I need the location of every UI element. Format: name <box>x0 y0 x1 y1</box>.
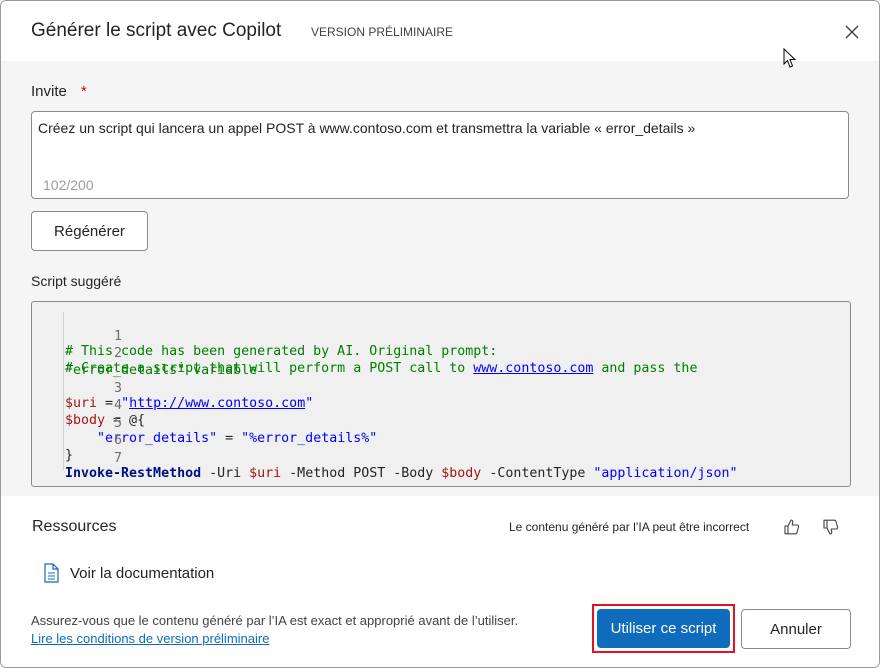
line-number: 7 <box>114 451 123 466</box>
code-parameter: -ContentType <box>481 466 594 481</box>
prompt-label: Invite * <box>31 83 87 100</box>
preview-terms-link[interactable]: Lire les conditions de version prélimina… <box>31 631 269 646</box>
code-operator: = <box>217 431 242 446</box>
line-number: 1 <box>114 329 123 344</box>
prompt-input-value: Créez un script qui lancera un appel POS… <box>38 120 696 136</box>
footer-disclaimer: Assurez-vous que le contenu généré par l… <box>31 613 519 628</box>
code-link[interactable]: www.contoso.com <box>473 361 593 376</box>
dialog-body: Invite * Créez un script qui lancera un a… <box>1 61 879 496</box>
line-number: 6 <box>114 433 123 448</box>
code-comment: # This code has been generated by AI. Or… <box>65 344 498 359</box>
dialog-title: Générer le script avec Copilot <box>31 20 282 41</box>
code-string: " <box>305 396 314 411</box>
dialog-footer: Ressources Le contenu généré par l’IA pe… <box>1 496 879 667</box>
preview-badge: VERSION PRÉLIMINAIRE <box>311 25 454 39</box>
char-count: 102/200 <box>43 177 94 193</box>
code-command: Invoke-RestMethod <box>65 466 202 481</box>
document-icon <box>42 563 60 583</box>
code-variable: $uri <box>249 466 282 481</box>
thumbs-up-button[interactable] <box>782 517 802 537</box>
thumbs-down-button[interactable] <box>821 517 841 537</box>
script-editor[interactable]: 1 # This code has been generated by AI. … <box>31 301 851 487</box>
code-parameter: -Method POST -Body <box>281 466 442 481</box>
dialog-header: Générer le script avec Copilot VERSION P… <box>1 1 879 61</box>
code-string: " <box>121 396 130 411</box>
code-string: "%error_details%" <box>241 431 378 446</box>
prompt-input[interactable]: Créez un script qui lancera un appel POS… <box>31 111 849 199</box>
code-parameter: -Uri <box>201 466 250 481</box>
copilot-dialog: Générer le script avec Copilot VERSION P… <box>0 0 880 668</box>
mouse-cursor-icon <box>783 48 797 68</box>
code-link[interactable]: http://www.contoso.com <box>129 396 305 411</box>
line-number: 2 <box>114 346 123 361</box>
code-line-7: 7 Invoke-RestMethod -Uri $uri -Method PO… <box>32 436 738 496</box>
line-number: 4 <box>114 398 123 413</box>
thumbs-down-icon <box>823 519 839 535</box>
required-mark: * <box>80 83 87 100</box>
ai-disclaimer-note: Le contenu généré par l’IA peut être inc… <box>509 520 750 534</box>
line-number: 5 <box>114 416 123 431</box>
code-variable: $body <box>441 466 482 481</box>
code-comment: and pass the <box>593 361 698 376</box>
suggested-script-label: Script suggéré <box>31 273 122 289</box>
cancel-button[interactable]: Annuler <box>741 609 851 649</box>
prompt-label-text: Invite <box>31 83 67 100</box>
code-content: Invoke-RestMethod -Uri $uri -Method POST… <box>65 466 738 481</box>
documentation-link[interactable]: Voir la documentation <box>70 565 214 582</box>
resources-title: Ressources <box>32 518 117 535</box>
regenerate-button[interactable]: Régénérer <box>31 211 148 251</box>
line-number: 3 <box>114 381 123 396</box>
close-button[interactable] <box>839 19 865 45</box>
thumbs-up-icon <box>784 519 800 535</box>
use-script-button[interactable]: Utiliser ce script <box>597 609 730 648</box>
close-icon <box>845 25 859 39</box>
code-string: "application/json" <box>593 466 738 481</box>
